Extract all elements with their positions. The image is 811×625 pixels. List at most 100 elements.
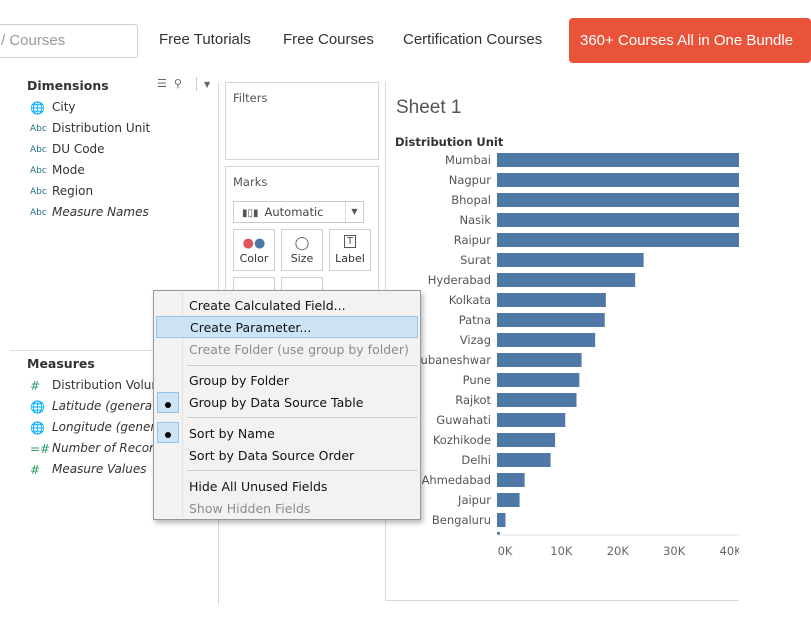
bar-guwahati[interactable] <box>497 413 566 427</box>
field-distribution-unit[interactable]: Abc Distribution Unit <box>30 121 150 139</box>
category-label: Rajkot <box>455 393 491 407</box>
field-label: Distribution Unit <box>52 121 151 135</box>
abc-icon: Abc <box>30 123 47 134</box>
bar-nagpur[interactable] <box>497 173 739 187</box>
hash-icon: # <box>30 462 41 477</box>
nav-certification-courses[interactable]: Certification Courses <box>403 31 542 48</box>
bar-jaipur[interactable] <box>497 493 520 507</box>
menu-create-calculated-field[interactable]: Create Calculated Field... <box>156 295 418 317</box>
menu-show-hidden-fields[interactable]: Show Hidden Fields <box>156 498 418 520</box>
marks-title: Marks <box>233 175 268 189</box>
measures-heading: Measures <box>27 356 95 371</box>
bar-ahmedabad[interactable] <box>497 473 525 487</box>
field-number-of-records[interactable]: =# Number of Record <box>30 441 162 459</box>
chevron-down-icon[interactable]: ▼ <box>204 80 210 89</box>
search-icon[interactable]: ⚲ <box>174 77 182 90</box>
x-tick-label: 30K <box>663 544 686 558</box>
field-longitude[interactable]: 🌐 Longitude (genera <box>30 420 163 438</box>
field-label: Mode <box>52 163 85 177</box>
bundle-button[interactable]: 360+ Courses All in One Bundle <box>569 18 811 63</box>
label-label: Label <box>335 252 365 265</box>
menu-hide-all-unused-fields[interactable]: Hide All Unused Fields <box>156 476 418 498</box>
bar-chart: Mumbai Nagpur Bhopal Nasik Raipur Surat Hydera… <box>421 153 739 558</box>
field-du-code[interactable]: Abc DU Code <box>30 142 105 160</box>
field-measure-values[interactable]: # Measure Values <box>30 462 146 480</box>
globe-icon: 🌐 <box>30 399 45 414</box>
field-label: Distribution Volun <box>52 378 159 392</box>
bar-delhi[interactable] <box>497 453 551 467</box>
menu-create-parameter[interactable]: Create Parameter... <box>156 316 418 338</box>
bar-bengaluru[interactable] <box>497 513 506 527</box>
filters-shelf[interactable]: Filters <box>225 82 379 160</box>
marks-type-value: Automatic <box>264 205 324 219</box>
bar-pune[interactable] <box>497 373 580 387</box>
category-label: Ahmedabad <box>422 473 491 487</box>
label-button[interactable]: T Label <box>329 229 371 271</box>
x-tick-label: 20K <box>607 544 630 558</box>
bar-rajkot[interactable] <box>497 393 577 407</box>
nav-free-courses[interactable]: Free Courses <box>283 31 374 48</box>
color-icon: ●● <box>242 236 266 251</box>
menu-group-by-folder[interactable]: Group by Folder <box>156 370 418 392</box>
bar-mumbai[interactable] <box>497 153 739 167</box>
menu-create-folder[interactable]: Create Folder (use group by folder) <box>156 339 418 361</box>
hash-icon: =# <box>30 441 51 456</box>
x-tick-label: 0K <box>498 544 513 558</box>
bar-patna[interactable] <box>497 313 605 327</box>
globe-icon: 🌐 <box>30 420 45 435</box>
category-label: Guwahati <box>436 413 491 427</box>
bar-chart-icon: ▮▯▮ <box>242 208 259 219</box>
category-label: Jaipur <box>457 493 491 507</box>
nav-free-tutorials[interactable]: Free Tutorials <box>159 31 251 48</box>
field-label: Region <box>52 184 94 198</box>
field-label: City <box>52 100 76 114</box>
marks-type-dropdown[interactable]: ▮▯▮ Automatic ▼ <box>233 201 364 223</box>
size-button[interactable]: ◯ Size <box>281 229 323 271</box>
menu-sort-by-data-source-order[interactable]: Sort by Data Source Order <box>156 445 418 467</box>
color-button[interactable]: ●● Color <box>233 229 275 271</box>
category-label: Vizag <box>460 333 491 347</box>
bar-vizag[interactable] <box>497 333 596 347</box>
search-input[interactable]: / Courses <box>0 24 138 58</box>
x-tick-label: 40K <box>720 544 739 558</box>
field-distribution-volume[interactable]: # Distribution Volun <box>30 378 159 396</box>
field-label: Latitude (generat <box>52 399 157 413</box>
bar-nasik[interactable] <box>497 213 739 227</box>
menu-sort-by-name[interactable]: Sort by Name <box>156 423 418 445</box>
category-label: ubaneshwar <box>421 353 492 367</box>
bar-hyderabad[interactable] <box>497 273 636 287</box>
category-label: Hyderabad <box>428 273 491 287</box>
bar-raipur[interactable] <box>497 233 739 247</box>
field-mode[interactable]: Abc Mode <box>30 163 85 181</box>
bar-kolkata[interactable] <box>497 293 606 307</box>
globe-icon: 🌐 <box>30 100 45 115</box>
bar-ubaneshwar[interactable] <box>497 353 582 367</box>
category-label: Mumbai <box>445 153 491 167</box>
bar-kozhikode[interactable] <box>497 433 556 447</box>
category-label: Bhopal <box>451 193 491 207</box>
bar-surat[interactable] <box>497 253 644 267</box>
list-view-icon[interactable]: ☰ <box>157 77 167 90</box>
field-latitude[interactable]: 🌐 Latitude (generat <box>30 399 157 417</box>
category-label: Pune <box>463 373 491 387</box>
category-label: Bengaluru <box>432 513 491 527</box>
field-measure-names[interactable]: Abc Measure Names <box>30 205 149 223</box>
color-label: Color <box>239 252 269 265</box>
size-icon: ◯ <box>294 236 310 251</box>
category-label: Nasik <box>460 213 492 227</box>
category-label: Kozhikode <box>433 433 491 447</box>
divider <box>10 350 155 351</box>
menu-separator <box>187 365 418 366</box>
menu-group-by-data-source-table[interactable]: Group by Data Source Table <box>156 392 418 414</box>
field-city[interactable]: 🌐 City <box>30 100 76 118</box>
dimensions-heading: Dimensions <box>27 78 109 93</box>
marks-card: Marks ▮▯▮ Automatic ▼ ●● Color ◯ Size T L… <box>225 166 379 306</box>
field-region[interactable]: Abc Region <box>30 184 93 202</box>
category-label: Nagpur <box>449 173 492 187</box>
chevron-down-icon: ▼ <box>345 202 363 222</box>
bar-bhopal[interactable] <box>497 193 739 207</box>
abc-icon: Abc <box>30 165 47 176</box>
hash-icon: # <box>30 378 41 393</box>
abc-icon: Abc <box>30 144 47 155</box>
field-label: Longitude (genera <box>52 420 163 434</box>
